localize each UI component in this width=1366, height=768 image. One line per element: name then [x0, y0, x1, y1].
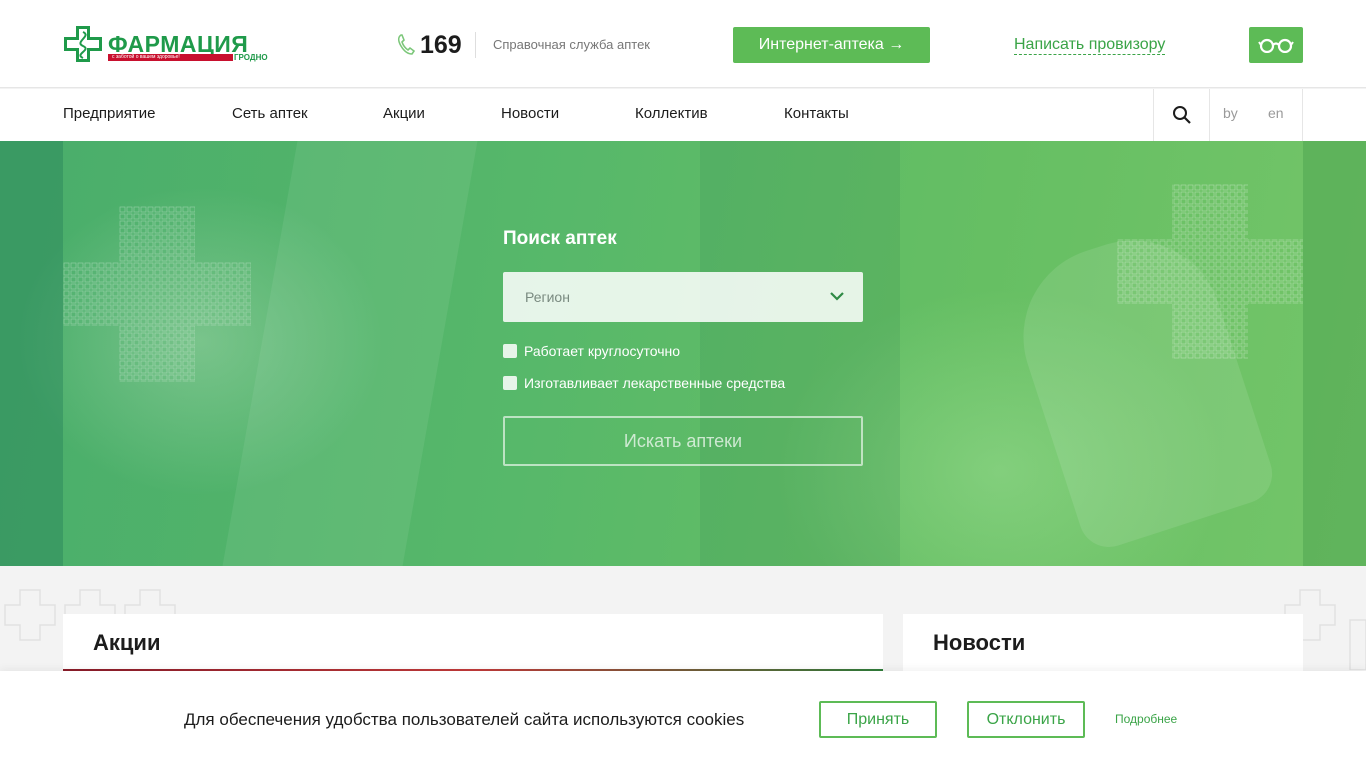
region-placeholder: Регион — [525, 289, 570, 305]
checkbox-box[interactable] — [503, 376, 517, 390]
write-pharmacist-link[interactable]: Написать провизору — [1014, 35, 1166, 55]
phone-number[interactable]: 169 — [420, 31, 462, 60]
chevron-down-icon — [830, 292, 844, 301]
lang-en[interactable]: en — [1268, 105, 1284, 121]
site-logo[interactable]: ФАРМАЦИЯ с заботой о вашем здоровье! ГРО… — [62, 24, 274, 64]
divider — [475, 32, 476, 58]
phone-icon — [397, 34, 416, 55]
decorative-cross-pattern — [1117, 184, 1303, 359]
phone-block[interactable]: 169 — [396, 30, 462, 60]
pharmacy-cross-icon — [64, 26, 102, 62]
nav-item-promotions[interactable]: Акции — [383, 105, 425, 122]
checkbox-manufactures-drugs[interactable]: Изготавливает лекарственные средства — [503, 375, 785, 391]
promotions-title: Акции — [93, 630, 161, 655]
logo-name: ФАРМАЦИЯ — [108, 31, 249, 57]
logo-slogan: с заботой о вашем здоровье! — [108, 54, 233, 61]
main-nav: Предприятие Сеть аптек Акции Новости Кол… — [0, 89, 1366, 141]
search-pharmacies-button[interactable]: Искать аптеки — [503, 416, 863, 466]
nav-item-contacts[interactable]: Контакты — [784, 105, 849, 122]
online-pharmacy-button[interactable]: Интернет-аптека → — [733, 27, 930, 63]
decline-cookies-button[interactable]: Отклонить — [967, 701, 1085, 738]
low-vision-button[interactable] — [1249, 27, 1303, 63]
checkbox-box[interactable] — [503, 344, 517, 358]
news-title: Новости — [933, 630, 1026, 655]
search-button[interactable] — [1153, 89, 1210, 141]
nav-item-pharmacy-network[interactable]: Сеть аптек — [232, 105, 308, 122]
pharmacy-search-hero: Поиск аптек Регион Работает круглосуточн… — [0, 141, 1366, 566]
checkbox-label: Изготавливает лекарственные средства — [524, 375, 786, 391]
search-title: Поиск аптек — [503, 228, 617, 249]
cookie-more-link[interactable]: Подробнее — [1115, 712, 1177, 726]
cookie-banner: Для обеспечения удобства пользователей с… — [0, 671, 1366, 768]
hero-background-shape — [700, 141, 900, 566]
nav-item-enterprise[interactable]: Предприятие — [63, 105, 155, 122]
site-header: ФАРМАЦИЯ с заботой о вашем здоровье! ГРО… — [0, 0, 1366, 88]
lang-by[interactable]: by — [1223, 105, 1238, 121]
checkbox-24h[interactable]: Работает круглосуточно — [503, 343, 680, 359]
hero-background-shape — [222, 141, 478, 566]
divider — [1302, 89, 1303, 141]
hero-side-panel — [0, 141, 63, 566]
cookie-text: Для обеспечения удобства пользователей с… — [184, 710, 745, 729]
nav-item-team[interactable]: Коллектив — [635, 105, 708, 122]
region-select[interactable]: Регион — [503, 272, 863, 322]
decorative-cross-pattern — [63, 206, 251, 382]
checkbox-label: Работает круглосуточно — [524, 343, 681, 359]
glasses-icon — [1258, 38, 1294, 53]
nav-item-news[interactable]: Новости — [501, 105, 559, 122]
search-icon — [1172, 106, 1191, 124]
hero-side-panel — [1303, 141, 1366, 566]
logo-city: ГРОДНО — [234, 53, 268, 62]
accept-cookies-button[interactable]: Принять — [819, 701, 937, 738]
phone-description: Справочная служба аптек — [493, 37, 650, 52]
